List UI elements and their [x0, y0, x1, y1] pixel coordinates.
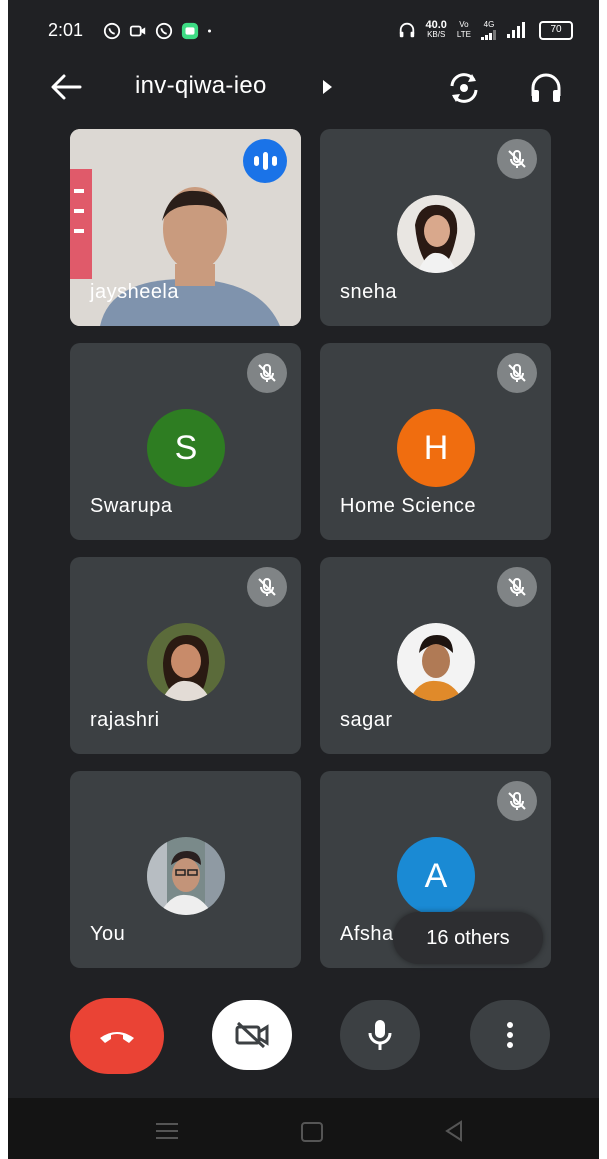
home-icon[interactable] — [301, 1122, 323, 1142]
more-vert-icon — [507, 1022, 513, 1048]
self-avatar — [147, 837, 225, 915]
participant-tile-home-science[interactable]: H Home Science — [320, 343, 551, 540]
whatsapp-icon — [103, 22, 121, 40]
participant-avatar — [397, 195, 475, 273]
video-off-icon — [235, 1021, 269, 1049]
mic-off-icon — [497, 567, 537, 607]
participant-tile-swarupa[interactable]: S Swarupa — [70, 343, 301, 540]
participant-initial-avatar: A — [397, 837, 475, 915]
mic-off-icon — [247, 567, 287, 607]
notification-icons — [103, 22, 217, 40]
volte-indicator: Vo LTE — [456, 20, 471, 39]
net-speed: 40.0 KB/S — [425, 19, 447, 40]
camera-toggle-button[interactable] — [212, 1000, 292, 1070]
participant-initial-avatar: S — [147, 409, 225, 487]
participant-tile-rajashri[interactable]: rajashri — [70, 557, 301, 754]
meet-screen: 2:01 40.0 KB/S Vo LTE 4G 70 inv-qiwa-ieo… — [8, 0, 599, 1159]
dot-icon — [208, 29, 211, 33]
participant-avatar — [147, 623, 225, 701]
signal-strength-icon — [507, 22, 525, 38]
mic-off-icon — [497, 139, 537, 179]
mic-off-icon — [497, 353, 537, 393]
nav-back-icon[interactable] — [444, 1120, 464, 1142]
participant-name: sneha — [340, 281, 397, 303]
phone-hangup-icon — [100, 1032, 134, 1043]
meet-app-icon — [181, 22, 199, 40]
network-indicator: 4G — [481, 20, 497, 40]
participant-name: sagar — [340, 709, 393, 731]
mic-icon — [368, 1020, 392, 1050]
system-icons: 40.0 KB/S Vo LTE 4G 70 — [398, 19, 573, 40]
status-bar: 2:01 40.0 KB/S Vo LTE 4G 70 — [8, 0, 599, 62]
participant-name: rajashri — [90, 709, 160, 731]
participant-name: jaysheela — [90, 281, 180, 303]
mic-off-icon — [247, 353, 287, 393]
participant-name: Afsha — [340, 923, 394, 945]
back-arrow-icon[interactable] — [48, 72, 84, 102]
system-nav-bar — [8, 1098, 599, 1159]
participant-tile-sneha[interactable]: sneha — [320, 129, 551, 326]
switch-camera-icon[interactable] — [444, 70, 484, 106]
speaking-indicator-icon — [243, 139, 287, 183]
more-options-button[interactable] — [470, 1000, 550, 1070]
participant-tile-you[interactable]: You — [70, 771, 301, 968]
signal-icon — [481, 30, 496, 40]
participant-tile-jaysheela[interactable]: jaysheela — [70, 129, 301, 326]
recents-icon[interactable] — [156, 1123, 178, 1144]
caret-right-icon[interactable] — [323, 80, 332, 94]
mic-off-icon — [497, 781, 537, 821]
battery-icon: 70 — [539, 20, 573, 40]
participant-initial-avatar: H — [397, 409, 475, 487]
meeting-code[interactable]: inv-qiwa-ieo — [135, 72, 267, 100]
participant-name: You — [90, 923, 126, 945]
participant-avatar — [397, 623, 475, 701]
participant-name: Home Science — [340, 495, 477, 517]
video-notification-icon — [129, 25, 146, 37]
participant-tile-sagar[interactable]: sagar — [320, 557, 551, 754]
whatsapp-icon-2 — [155, 22, 173, 40]
headphones-icon[interactable] — [526, 70, 566, 106]
meeting-header: inv-qiwa-ieo — [8, 62, 599, 114]
headphones-status-icon — [399, 22, 414, 38]
others-button[interactable]: 16 others — [393, 912, 543, 964]
status-time: 2:01 — [48, 20, 84, 40]
mic-toggle-button[interactable] — [340, 1000, 420, 1070]
end-call-button[interactable] — [70, 998, 164, 1074]
participant-name: Swarupa — [90, 495, 173, 517]
